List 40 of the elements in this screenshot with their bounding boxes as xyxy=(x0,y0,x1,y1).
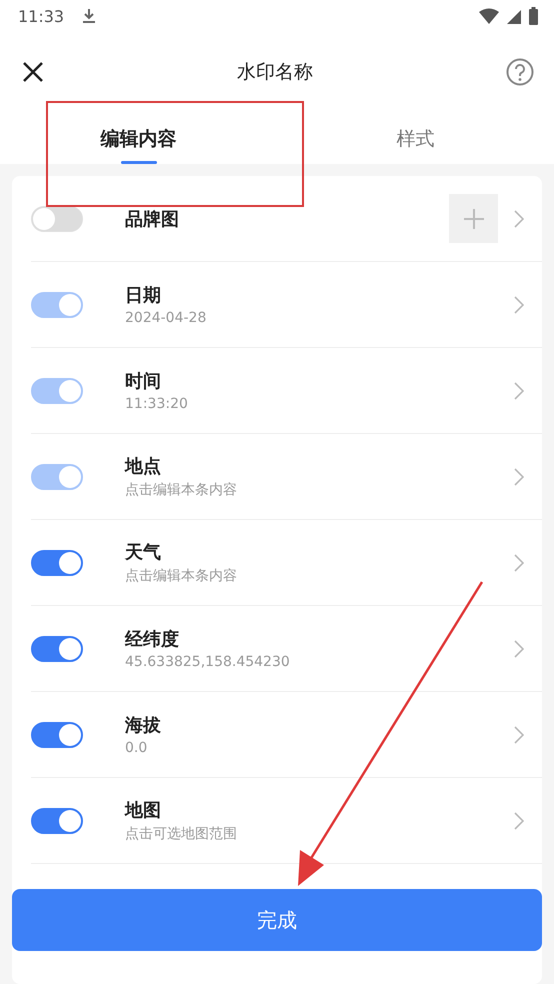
item-value: 点击编辑本条内容 xyxy=(125,567,238,585)
item-title: 地点 xyxy=(125,455,162,478)
tab[interactable]: 样式 xyxy=(277,112,554,164)
toggle-switch[interactable] xyxy=(31,722,83,748)
item-value: 点击可选地图范围 xyxy=(125,825,238,843)
chevron-right-icon[interactable] xyxy=(514,554,524,572)
chevron-right-icon[interactable] xyxy=(514,382,524,400)
item-value: 45.633825,158.454230 xyxy=(125,654,291,670)
status-time: 11:33 xyxy=(18,6,64,26)
help-icon[interactable] xyxy=(506,58,534,86)
item-title: 品牌图 xyxy=(125,208,180,230)
download-icon xyxy=(82,8,96,24)
item-value: 0.0 xyxy=(125,740,148,756)
chevron-right-icon[interactable] xyxy=(514,640,524,658)
item-title: 天气 xyxy=(125,541,162,564)
toggle-switch[interactable] xyxy=(31,550,83,576)
add-image-button[interactable] xyxy=(449,194,498,243)
battery-icon xyxy=(529,7,538,25)
chevron-right-icon[interactable] xyxy=(514,812,524,830)
item-value: 11:33:20 xyxy=(125,396,189,412)
wifi-icon xyxy=(479,8,499,24)
close-icon[interactable] xyxy=(22,61,44,83)
done-button[interactable]: 完成 xyxy=(12,889,542,951)
chevron-right-icon[interactable] xyxy=(514,210,524,228)
chevron-right-icon[interactable] xyxy=(514,468,524,486)
item-title: 日期 xyxy=(125,284,162,307)
toggle-switch[interactable] xyxy=(31,808,83,834)
item-title: 地图 xyxy=(125,799,162,822)
signal-icon xyxy=(507,8,521,24)
tab[interactable]: 编辑内容 xyxy=(0,112,277,164)
plus-icon xyxy=(462,208,484,230)
item-title: 时间 xyxy=(125,370,162,393)
item-value: 点击编辑本条内容 xyxy=(125,481,238,499)
toggle-switch[interactable] xyxy=(31,636,83,662)
item-title: 经纬度 xyxy=(125,628,180,651)
item-value: 2024-04-28 xyxy=(125,310,208,326)
chevron-right-icon[interactable] xyxy=(514,296,524,314)
chevron-right-icon[interactable] xyxy=(514,726,524,744)
item-title: 海拔 xyxy=(125,714,162,737)
page-title: 水印名称 xyxy=(237,60,313,85)
